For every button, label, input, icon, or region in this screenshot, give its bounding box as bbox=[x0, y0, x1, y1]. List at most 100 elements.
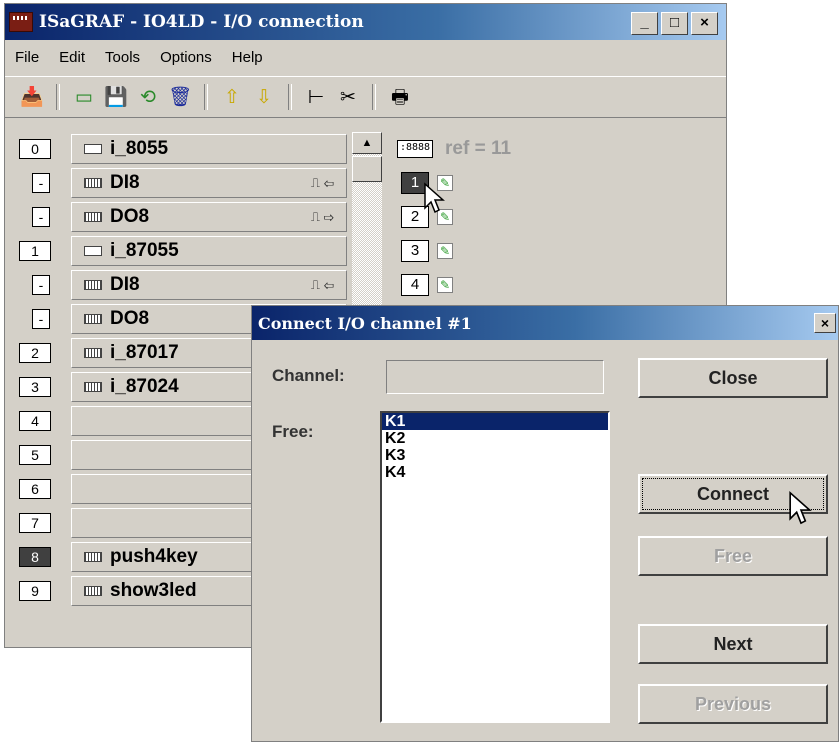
close-button[interactable]: Close bbox=[638, 358, 828, 398]
channel-row[interactable]: 3 ✎ bbox=[397, 234, 597, 268]
dialog-close-icon[interactable]: × bbox=[814, 313, 836, 333]
menu-help[interactable]: Help bbox=[222, 49, 273, 66]
slot-name: i_87024 bbox=[110, 376, 179, 397]
signal-icon: ⎍ ⇦ bbox=[310, 175, 334, 190]
toolbar-separator bbox=[372, 84, 376, 110]
slot-index[interactable]: 2 bbox=[19, 343, 51, 363]
slot-index[interactable]: - bbox=[32, 173, 50, 193]
slot-cell[interactable]: i_8055 bbox=[71, 134, 347, 164]
slot-row[interactable]: - DI8 ⎍ ⇦ bbox=[17, 166, 347, 200]
menu-edit[interactable]: Edit bbox=[49, 49, 95, 66]
free-button[interactable]: Free bbox=[638, 536, 828, 576]
menu-bar: File Edit Tools Options Help bbox=[5, 42, 726, 72]
pencil-icon[interactable]: ✎ bbox=[437, 277, 453, 293]
board-icon bbox=[84, 552, 102, 562]
slot-row[interactable]: - DI8 ⎍ ⇦ bbox=[17, 268, 347, 302]
maximize-button[interactable]: □ bbox=[661, 12, 688, 35]
channel-row[interactable]: 4 ✎ bbox=[397, 268, 597, 302]
ref-label: ref = 11 bbox=[445, 138, 512, 159]
scroll-up-button[interactable]: ▲ bbox=[352, 132, 382, 154]
slot-row[interactable]: - DO8 ⎍ ⇨ bbox=[17, 200, 347, 234]
slot-index[interactable]: 1 bbox=[19, 241, 51, 261]
save-board-icon[interactable]: 💾 bbox=[103, 84, 129, 110]
menu-tools[interactable]: Tools bbox=[95, 49, 150, 66]
channel-field bbox=[386, 360, 604, 394]
next-button[interactable]: Next bbox=[638, 624, 828, 664]
connect-dialog: Connect I/O channel #1 × Channel: Free: … bbox=[251, 305, 839, 742]
slot-index[interactable]: - bbox=[32, 275, 50, 295]
mouse-cursor-icon bbox=[789, 490, 812, 525]
slot-name: DO8 bbox=[110, 308, 150, 329]
board-ref: :8888 ref = 11 bbox=[397, 132, 597, 166]
card-icon bbox=[84, 144, 102, 154]
slot-index[interactable]: 4 bbox=[19, 411, 51, 431]
board-icon bbox=[84, 348, 102, 358]
slot-name: push4key bbox=[110, 546, 198, 567]
mouse-cursor-icon bbox=[424, 182, 445, 214]
toolbar-separator bbox=[56, 84, 60, 110]
board-icon bbox=[84, 280, 102, 290]
channel-number[interactable]: 3 bbox=[401, 240, 429, 262]
slot-index[interactable]: 8 bbox=[19, 547, 51, 567]
slot-index[interactable]: 5 bbox=[19, 445, 51, 465]
board-icon bbox=[84, 586, 102, 596]
card-icon bbox=[84, 246, 102, 256]
slot-cell[interactable]: DI8 ⎍ ⇦ bbox=[71, 270, 347, 300]
scroll-thumb[interactable] bbox=[352, 156, 382, 182]
window-title: ISaGRAF - IO4LD - I/O connection bbox=[39, 12, 364, 32]
slot-name: show3led bbox=[110, 580, 197, 601]
minimize-button[interactable]: _ bbox=[631, 12, 658, 35]
trash-icon[interactable]: 🗑 bbox=[167, 84, 193, 110]
board-icon bbox=[84, 382, 102, 392]
toolbar: 📥 ▭ 💾 ⟲ 🗑 ⇧ ⇩ ⊢ ✂ 🖶 bbox=[5, 76, 726, 118]
board-icon[interactable]: ▭ bbox=[71, 84, 97, 110]
board-icon: :8888 bbox=[397, 140, 433, 158]
slot-index[interactable]: 3 bbox=[19, 377, 51, 397]
board-icon bbox=[84, 212, 102, 222]
arrow-down-icon[interactable]: ⇩ bbox=[251, 84, 277, 110]
slot-cell[interactable]: DI8 ⎍ ⇦ bbox=[71, 168, 347, 198]
slot-name: DI8 bbox=[110, 274, 140, 295]
slot-index[interactable]: - bbox=[32, 207, 50, 227]
cut-icon[interactable]: ✂ bbox=[335, 84, 361, 110]
toolbar-separator bbox=[288, 84, 292, 110]
arrow-up-icon[interactable]: ⇧ bbox=[219, 84, 245, 110]
import-icon[interactable]: 📥 bbox=[19, 84, 45, 110]
channel-panel: :8888 ref = 11 1 ✎ 2 ✎ 3 ✎ 4 ✎ bbox=[397, 132, 597, 302]
slot-index[interactable]: - bbox=[32, 309, 50, 329]
replace-icon[interactable]: ⟲ bbox=[135, 84, 161, 110]
slot-index[interactable]: 0 bbox=[19, 139, 51, 159]
slot-row[interactable]: 0 i_8055 bbox=[17, 132, 347, 166]
slot-row[interactable]: 1 i_87055 bbox=[17, 234, 347, 268]
board-icon bbox=[84, 314, 102, 324]
tree-icon[interactable]: ⊢ bbox=[303, 84, 329, 110]
slot-index[interactable]: 6 bbox=[19, 479, 51, 499]
previous-button[interactable]: Previous bbox=[638, 684, 828, 724]
title-bar: ISaGRAF - IO4LD - I/O connection _ □ × bbox=[5, 4, 726, 40]
slot-name: DI8 bbox=[110, 172, 140, 193]
free-listbox[interactable]: K1 K2 K3 K4 bbox=[380, 411, 610, 723]
list-item[interactable]: K2 bbox=[382, 430, 608, 447]
close-window-button[interactable]: × bbox=[691, 12, 718, 35]
slot-cell[interactable]: i_87055 bbox=[71, 236, 347, 266]
channel-number[interactable]: 4 bbox=[401, 274, 429, 296]
list-item[interactable]: K4 bbox=[382, 464, 608, 481]
pencil-icon[interactable]: ✎ bbox=[437, 243, 453, 259]
board-icon bbox=[84, 178, 102, 188]
dialog-title: Connect I/O channel #1 bbox=[258, 313, 472, 333]
slot-name: i_87017 bbox=[110, 342, 179, 363]
signal-icon: ⎍ ⇦ bbox=[310, 277, 334, 292]
slot-name: i_8055 bbox=[110, 138, 169, 159]
slot-name: DO8 bbox=[110, 206, 150, 227]
slot-cell[interactable]: DO8 ⎍ ⇨ bbox=[71, 202, 347, 232]
slot-index[interactable]: 7 bbox=[19, 513, 51, 533]
slot-name: i_87055 bbox=[110, 240, 179, 261]
dialog-title-bar: Connect I/O channel #1 × bbox=[252, 306, 838, 340]
print-icon[interactable]: 🖶 bbox=[387, 84, 413, 110]
signal-icon: ⎍ ⇨ bbox=[310, 209, 334, 224]
slot-index[interactable]: 9 bbox=[19, 581, 51, 601]
list-item[interactable]: K1 bbox=[382, 413, 608, 430]
menu-options[interactable]: Options bbox=[150, 49, 222, 66]
menu-file[interactable]: File bbox=[5, 49, 49, 66]
list-item[interactable]: K3 bbox=[382, 447, 608, 464]
